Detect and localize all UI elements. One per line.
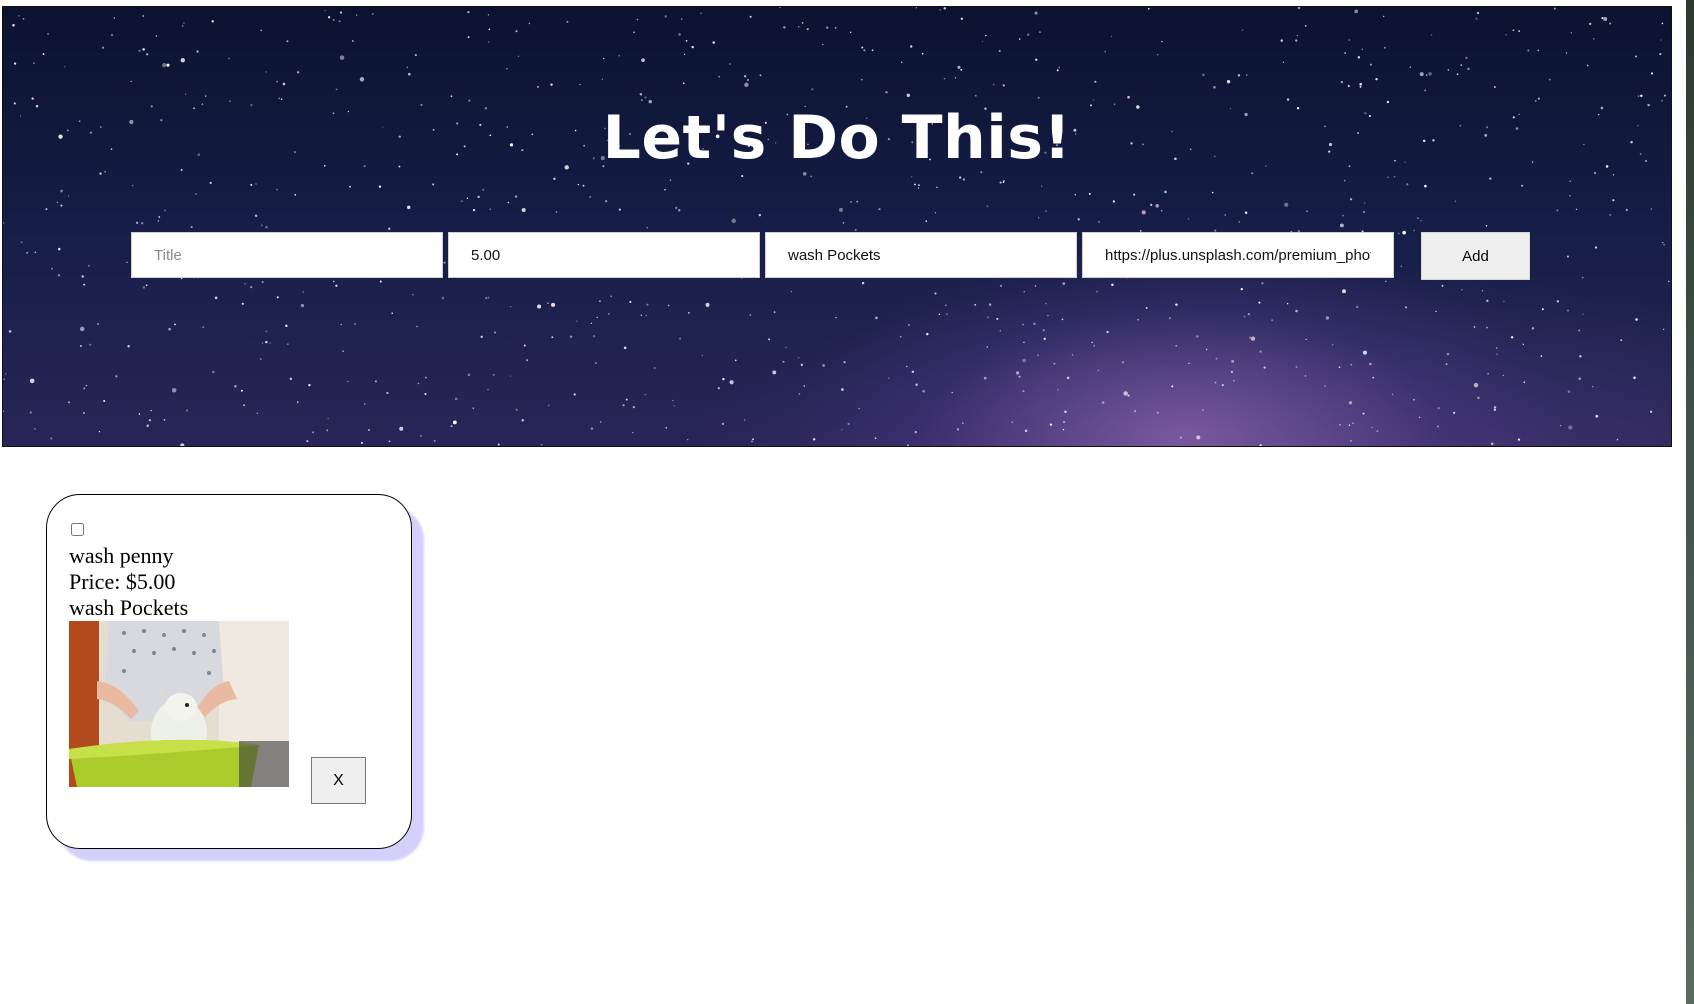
task-complete-checkbox[interactable]: [71, 523, 84, 536]
dog-bath-photo: [69, 621, 289, 787]
description-input[interactable]: [765, 232, 1077, 278]
card-image: [69, 621, 289, 787]
add-button[interactable]: Add: [1421, 232, 1530, 280]
window-edge: [1686, 0, 1694, 1004]
card-title: wash penny: [69, 543, 174, 568]
title-input[interactable]: [131, 232, 443, 278]
page-title: Let's Do This!: [602, 103, 1072, 173]
price-input[interactable]: [448, 232, 760, 278]
starfield-background: [3, 7, 1670, 446]
task-card: wash penny Price: $5.00 wash Pockets X: [46, 494, 412, 849]
card-description: wash Pockets: [69, 595, 189, 620]
hero-banner: Let's Do This! Add: [2, 6, 1672, 447]
card-price: Price: $5.00: [69, 569, 176, 594]
remove-card-button[interactable]: X: [311, 757, 366, 804]
image-url-input[interactable]: [1082, 232, 1394, 278]
